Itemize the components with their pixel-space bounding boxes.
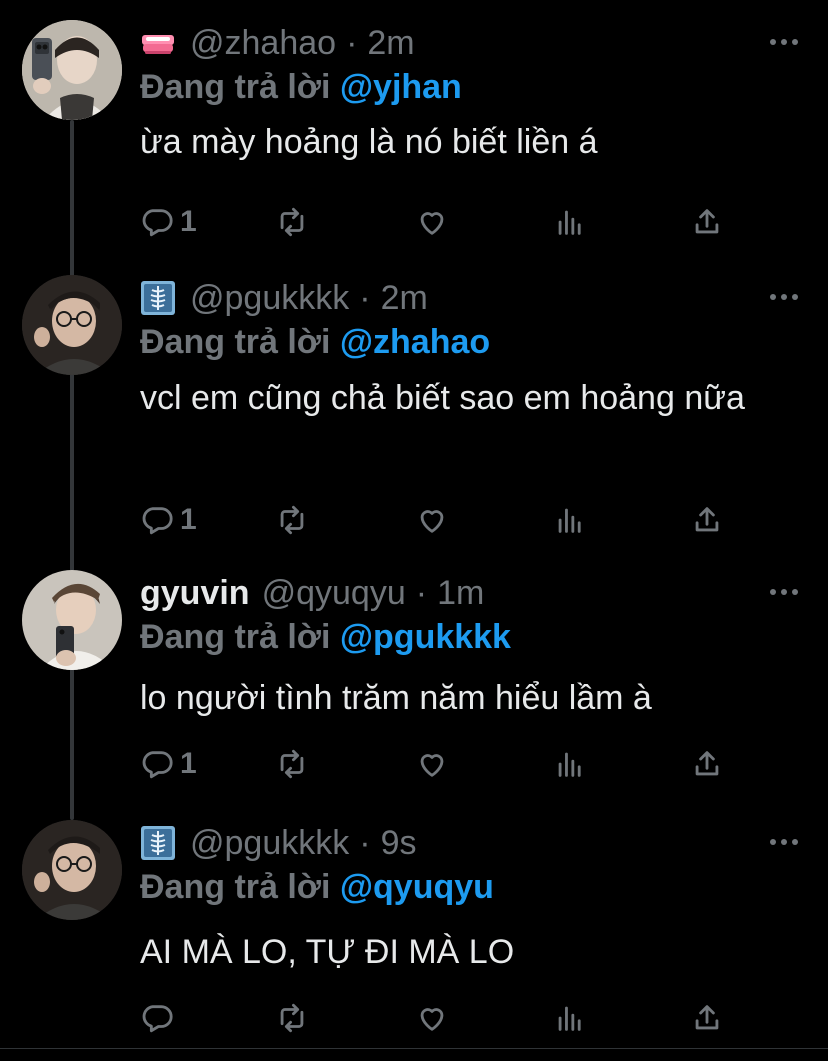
retweet-button[interactable]: [275, 744, 309, 784]
replying-to-label: Đang trả lời: [140, 68, 340, 106]
user-handle[interactable]: @pgukkkk: [190, 279, 349, 318]
views-icon: [558, 210, 581, 235]
tweet-actions: 1: [140, 500, 740, 540]
views-button[interactable]: [553, 202, 587, 242]
tweet-header: @pgukkkk · 2m: [140, 275, 428, 321]
tweet-header: @pgukkkk · 9s: [140, 820, 417, 866]
user-handle[interactable]: @pgukkkk: [190, 824, 349, 863]
share-button[interactable]: [690, 202, 724, 242]
retweet-icon: [280, 1003, 304, 1033]
replying-to: Đang trả lời @qyuqyu: [140, 868, 494, 907]
avatar-image: [22, 820, 122, 920]
divider: [0, 1048, 828, 1061]
like-button[interactable]: [415, 998, 449, 1038]
more-icon[interactable]: [770, 38, 798, 46]
views-button[interactable]: [553, 500, 587, 540]
tweet-actions: [140, 998, 740, 1038]
xray-emoji-icon: [140, 280, 176, 316]
reply-icon: [142, 1005, 173, 1033]
share-icon: [695, 751, 719, 776]
reply-icon: [142, 751, 173, 779]
avatar[interactable]: [22, 570, 122, 670]
replying-to-mention[interactable]: @qyuqyu: [340, 868, 494, 906]
separator-dot: ·: [346, 23, 358, 62]
jewelry-box-emoji-icon: [140, 25, 176, 61]
avatar-image: [22, 570, 122, 670]
tweet-text: lo người tình trăm năm hiểu lầm à: [140, 679, 652, 717]
share-icon: [695, 1005, 719, 1030]
share-icon: [695, 209, 719, 234]
tweet-header: @zhahao · 2m: [140, 20, 415, 66]
views-button[interactable]: [553, 998, 587, 1038]
views-icon: [558, 508, 581, 533]
tweet-actions: 1: [140, 744, 740, 784]
retweet-icon: [280, 749, 304, 779]
avatar-image: [22, 275, 122, 375]
retweet-icon: [280, 207, 304, 237]
replying-to-mention[interactable]: @pgukkkk: [340, 618, 511, 656]
replying-to-label: Đang trả lời: [140, 323, 340, 361]
replying-to: Đang trả lời @pgukkkk: [140, 618, 511, 657]
like-button[interactable]: [415, 744, 449, 784]
separator-dot: ·: [415, 573, 428, 612]
like-icon: [420, 1008, 444, 1031]
like-icon: [420, 754, 444, 777]
more-icon[interactable]: [770, 838, 798, 846]
avatar[interactable]: [22, 275, 122, 375]
timestamp[interactable]: 9s: [381, 824, 417, 863]
replying-to-label: Đang trả lời: [140, 618, 340, 656]
reply-button[interactable]: 1: [140, 500, 197, 540]
replying-to-label: Đang trả lời: [140, 868, 340, 906]
retweet-button[interactable]: [275, 500, 309, 540]
xray-emoji-icon: [140, 825, 176, 861]
like-icon: [420, 212, 444, 235]
user-handle[interactable]: @qyuqyu: [262, 574, 406, 613]
reply-button[interactable]: 1: [140, 202, 197, 242]
separator-dot: ·: [359, 823, 371, 862]
retweet-icon: [280, 505, 304, 535]
tweet-text: ừa mày hoảng là nó biết liền á: [140, 123, 598, 161]
avatar[interactable]: [22, 820, 122, 920]
reply-count: 1: [180, 503, 197, 536]
more-icon[interactable]: [770, 588, 798, 596]
share-button[interactable]: [690, 998, 724, 1038]
reply-icon: [142, 209, 173, 237]
share-button[interactable]: [690, 744, 724, 784]
tweet-text: vcl em cũng chả biết sao em hoảng nữa: [140, 379, 745, 417]
reply-count: 1: [180, 205, 197, 238]
views-icon: [558, 752, 581, 777]
tweet-actions: 1: [140, 202, 740, 242]
tweet-text: AI MÀ LO, TỰ ĐI MÀ LO: [140, 933, 515, 971]
avatar-image: [22, 20, 122, 120]
share-icon: [695, 507, 719, 532]
timestamp[interactable]: 2m: [367, 24, 414, 63]
timestamp[interactable]: 1m: [437, 574, 484, 613]
like-button[interactable]: [415, 500, 449, 540]
views-button[interactable]: [553, 744, 587, 784]
display-name[interactable]: gyuvin: [140, 574, 250, 613]
replying-to: Đang trả lời @yjhan: [140, 68, 462, 107]
reply-icon: [142, 507, 173, 535]
like-button[interactable]: [415, 202, 449, 242]
retweet-button[interactable]: [275, 202, 309, 242]
timestamp[interactable]: 2m: [381, 279, 428, 318]
retweet-button[interactable]: [275, 998, 309, 1038]
avatar[interactable]: [22, 20, 122, 120]
views-icon: [558, 1006, 581, 1031]
more-icon[interactable]: [770, 293, 798, 301]
replying-to-mention[interactable]: @yjhan: [340, 68, 462, 106]
user-handle[interactable]: @zhahao: [190, 24, 336, 63]
reply-button[interactable]: 1: [140, 744, 197, 784]
thread-connector-line: [70, 120, 74, 820]
reply-button[interactable]: [140, 998, 180, 1038]
reply-count: 1: [180, 747, 197, 780]
replying-to: Đang trả lời @zhahao: [140, 323, 490, 362]
separator-dot: ·: [359, 278, 371, 317]
share-button[interactable]: [690, 500, 724, 540]
replying-to-mention[interactable]: @zhahao: [340, 323, 490, 361]
tweet-header: gyuvin @qyuqyu · 1m: [140, 570, 484, 616]
like-icon: [420, 510, 444, 533]
